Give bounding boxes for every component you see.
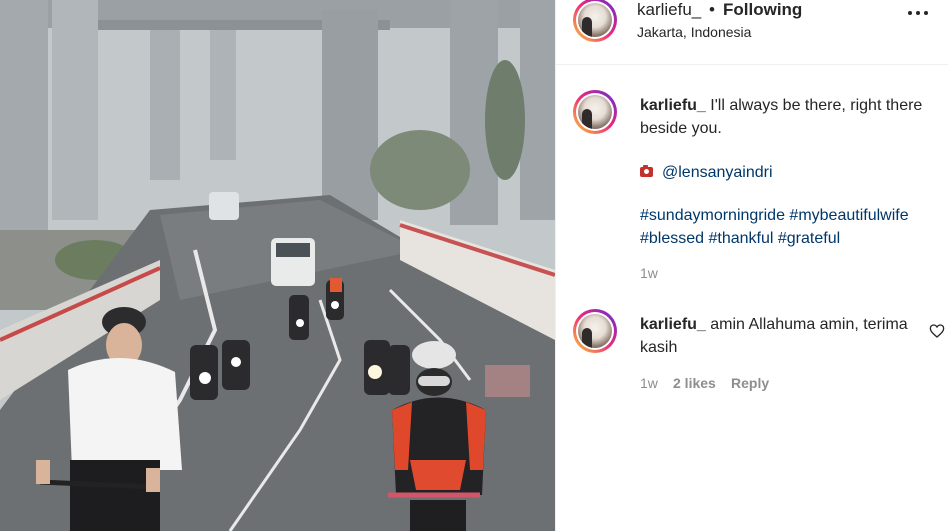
- hashtags-line-1: #sundaymorningride #mybeautifulwife: [640, 204, 942, 227]
- avatar[interactable]: [573, 0, 617, 42]
- comment-likes[interactable]: 2 likes: [673, 375, 716, 391]
- header-username[interactable]: karliefu_: [637, 0, 701, 20]
- comment-avatar[interactable]: [573, 309, 617, 353]
- location-link[interactable]: Jakarta, Indonesia: [637, 24, 751, 40]
- caption-avatar[interactable]: [573, 90, 617, 134]
- caption-username[interactable]: karliefu_: [640, 97, 706, 114]
- following-button[interactable]: Following: [723, 0, 802, 20]
- camera-icon: [640, 165, 653, 177]
- caption-timestamp[interactable]: 1w: [640, 265, 658, 281]
- hashtags[interactable]: #blessed #thankful #grateful: [640, 230, 840, 247]
- heart-outline-icon[interactable]: [929, 323, 945, 339]
- comment-timestamp[interactable]: 1w: [640, 375, 658, 391]
- photo-credit: @lensanyaindri: [640, 161, 942, 184]
- follow-separator: •: [709, 0, 715, 19]
- post-photo[interactable]: [0, 0, 555, 531]
- hashtags[interactable]: #sundaymorningride #mybeautifulwife: [640, 207, 909, 224]
- cycling-photo-illustration: [0, 0, 555, 531]
- reply-button[interactable]: Reply: [731, 375, 769, 391]
- comment-username[interactable]: karliefu_: [640, 316, 706, 333]
- hashtags-line-2: #blessed #thankful #grateful: [640, 227, 942, 250]
- caption: karliefu_ I'll always be there, right th…: [640, 94, 942, 140]
- post-side-panel: karliefu_ • Following Jakarta, Indonesia…: [555, 0, 948, 531]
- post-header: karliefu_ • Following Jakarta, Indonesia: [556, 0, 948, 65]
- credit-mention[interactable]: @lensanyaindri: [662, 164, 773, 181]
- comment: karliefu_ amin Allahuma amin, terima kas…: [640, 313, 942, 359]
- more-options-icon[interactable]: [908, 8, 932, 18]
